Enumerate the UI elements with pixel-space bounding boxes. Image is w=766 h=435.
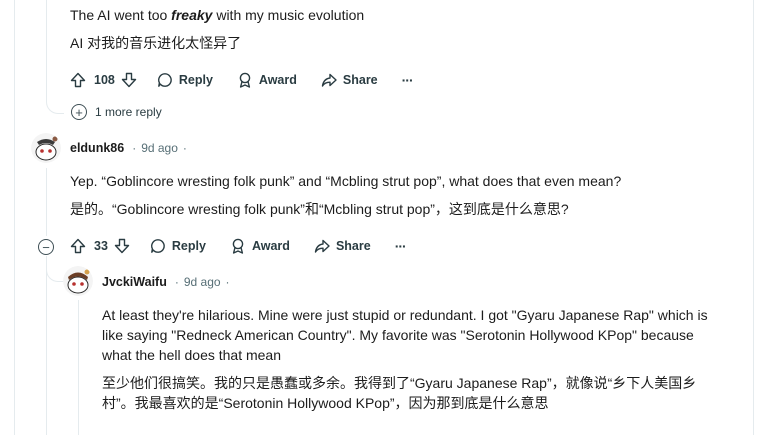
share-label: Share — [335, 239, 371, 253]
award-button[interactable]: Award — [230, 238, 290, 254]
award-icon — [232, 238, 244, 254]
award-icon — [239, 72, 251, 88]
thread-rail-outer — [14, 0, 15, 435]
downvote-icon — [121, 72, 137, 88]
timestamp[interactable]: 9d ago — [184, 275, 221, 289]
thread-rail-eldunk-lower — [46, 256, 47, 435]
plus-circle-icon: + — [71, 104, 87, 120]
downvote-icon — [114, 238, 130, 254]
comment-icon — [157, 73, 172, 87]
comment-text-zh: AI 对我的音乐进化太怪异了 — [70, 35, 242, 51]
upvote-icon — [70, 238, 86, 254]
comment-meta: eldunk86 · 9d ago · — [70, 141, 187, 155]
award-button[interactable]: Award — [237, 72, 297, 88]
reply-button[interactable]: Reply — [157, 72, 213, 88]
more-replies-link[interactable]: + 1 more reply — [71, 104, 162, 120]
comment-text-bold: freaky — [171, 7, 213, 23]
more-icon: ··· — [401, 72, 414, 88]
more-replies-label: 1 more reply — [95, 105, 162, 119]
avatar[interactable] — [63, 266, 93, 296]
share-button[interactable]: Share — [321, 72, 378, 88]
avatar-snoo-icon — [31, 133, 61, 163]
comment-actions: 108 Reply Award Share ··· — [70, 67, 414, 93]
meta-separator: · — [225, 275, 230, 289]
avatar-snoo-icon — [63, 266, 93, 296]
minus-circle-icon: − — [38, 239, 54, 255]
thread-rail-eldunk — [46, 168, 47, 236]
meta-separator: · — [132, 141, 137, 155]
avatar[interactable] — [31, 133, 61, 163]
downvote-button[interactable] — [114, 238, 130, 254]
award-label: Award — [258, 73, 297, 87]
comment-text-en: At least they're hilarious. Mine were ju… — [102, 307, 708, 363]
upvote-button[interactable] — [70, 238, 86, 254]
collapse-button[interactable]: − — [38, 239, 54, 255]
comment-text-en: The AI went too freaky with my music evo… — [70, 7, 365, 23]
username[interactable]: JvckiWaifu — [102, 275, 167, 289]
comment-text-zh: 至少他们很搞笑。我的只是愚蠢或多余。我得到了“Gyaru Japanese Ra… — [102, 375, 697, 411]
upvote-icon — [70, 72, 86, 88]
reply-label: Reply — [171, 239, 206, 253]
reply-button[interactable]: Reply — [150, 238, 206, 254]
more-options-button[interactable]: ··· — [394, 238, 407, 254]
meta-separator: · — [182, 141, 187, 155]
more-options-button[interactable]: ··· — [401, 72, 414, 88]
comment-icon — [150, 239, 165, 253]
right-border — [753, 0, 754, 435]
vote-count: 108 — [94, 73, 115, 87]
share-label: Share — [342, 73, 378, 87]
more-icon: ··· — [394, 238, 407, 254]
timestamp[interactable]: 9d ago — [141, 141, 178, 155]
comment-meta: JvckiWaifu · 9d ago · — [102, 275, 230, 289]
downvote-button[interactable] — [121, 72, 137, 88]
comment-text-en: Yep. “Goblincore wresting folk punk” and… — [70, 173, 622, 189]
share-button[interactable]: Share — [314, 238, 371, 254]
meta-separator: · — [174, 275, 179, 289]
username[interactable]: eldunk86 — [70, 141, 124, 155]
comment-text-zh: 是的。“Goblincore wresting folk punk”和“Mcbl… — [70, 201, 569, 217]
thread-rail-jvcki — [78, 300, 79, 435]
award-label: Award — [251, 239, 290, 253]
vote-count: 33 — [94, 239, 108, 253]
share-icon — [314, 239, 330, 253]
thread-rail-top — [46, 0, 47, 100]
upvote-button[interactable] — [70, 72, 86, 88]
share-icon — [321, 73, 337, 87]
comment-actions: 33 Reply Award Share ··· — [70, 233, 407, 259]
reply-label: Reply — [178, 73, 213, 87]
thread-rail-curve — [46, 86, 64, 114]
thread-rail-curve-2 — [46, 258, 64, 282]
